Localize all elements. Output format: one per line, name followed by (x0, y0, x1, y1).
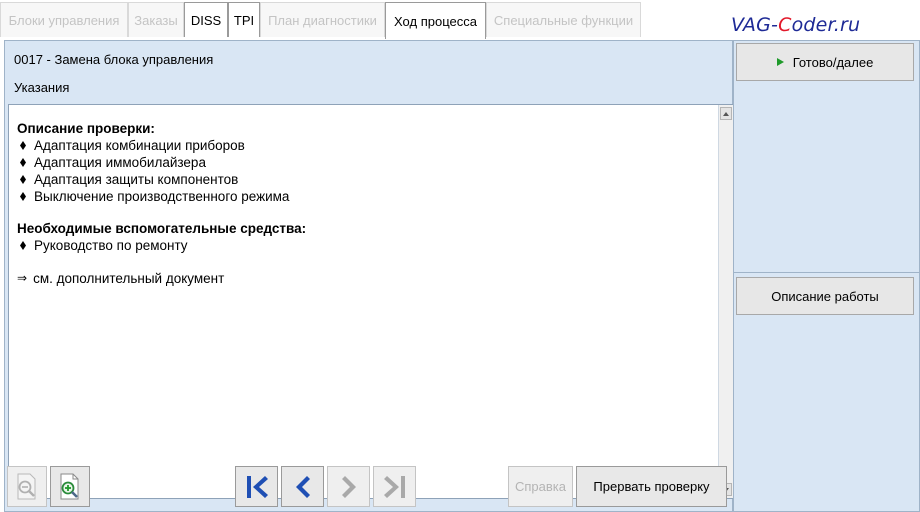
skip-to-first-icon (246, 475, 268, 498)
tab-orders[interactable]: Заказы (128, 2, 184, 37)
bullet-icon (20, 141, 26, 150)
list-item: Адаптация комбинации приборов (17, 137, 717, 154)
tab-diss[interactable]: DISS (184, 2, 228, 37)
bullet-icon (20, 241, 26, 250)
additional-document-link[interactable]: ⇒ см. дополнительный документ (17, 270, 717, 287)
zoom-out-button[interactable] (7, 466, 47, 507)
back-arrow-icon (295, 475, 310, 498)
list-item: Адаптация иммобилайзера (17, 154, 717, 171)
zoom-in-button[interactable] (50, 466, 90, 507)
right-arrow-icon: ⇒ (17, 271, 28, 285)
tab-diagnostic-plan[interactable]: План диагностики (260, 2, 385, 37)
tab-bar: Блоки управления Заказы DISS TPI План ди… (0, 0, 920, 40)
test-description-heading: Описание проверки: (17, 121, 155, 136)
done-next-button[interactable]: Готово/далее (736, 43, 914, 81)
abort-test-button[interactable]: Прервать проверку (576, 466, 727, 507)
list-item: Адаптация защиты компонентов (17, 171, 717, 188)
arrow-up-icon (723, 111, 729, 116)
main-panel: 0017 - Замена блока управления Указания … (4, 40, 734, 512)
test-title: 0017 - Замена блока управления (14, 52, 214, 67)
watermark-logo: VAG-Coder.ru (731, 14, 861, 36)
list-item: Руководство по ремонту (17, 237, 717, 254)
tab-tpi[interactable]: TPI (228, 2, 260, 37)
instructions-area: Описание проверки: Адаптация комбинации … (8, 104, 734, 499)
scroll-up-button[interactable] (720, 107, 732, 120)
skip-to-last-icon (383, 475, 405, 498)
bullet-icon (20, 158, 26, 167)
forward-arrow-icon (341, 475, 356, 498)
work-description-button[interactable]: Описание работы (736, 277, 914, 315)
last-page-button[interactable] (373, 466, 416, 507)
tab-control-units[interactable]: Блоки управления (0, 2, 128, 37)
required-aids-heading: Необходимые вспомогательные средства: (17, 221, 307, 236)
zoom-out-icon (17, 473, 36, 499)
previous-button[interactable] (281, 466, 324, 507)
first-page-button[interactable] (235, 466, 278, 507)
right-action-panel: Готово/далее Описание работы (733, 40, 920, 512)
help-button[interactable]: Справка (508, 466, 573, 507)
next-button[interactable] (327, 466, 370, 507)
play-icon (776, 58, 784, 66)
tab-process-progress[interactable]: Ход процесса (385, 2, 486, 39)
tab-special-functions[interactable]: Специальные функции (486, 2, 641, 37)
section-subtitle: Указания (14, 80, 70, 95)
vertical-scrollbar[interactable] (718, 105, 733, 498)
bullet-icon (20, 175, 26, 184)
divider (734, 272, 919, 273)
list-item: Выключение производственного режима (17, 188, 717, 205)
bullet-icon (20, 192, 26, 201)
zoom-in-icon (60, 473, 79, 499)
